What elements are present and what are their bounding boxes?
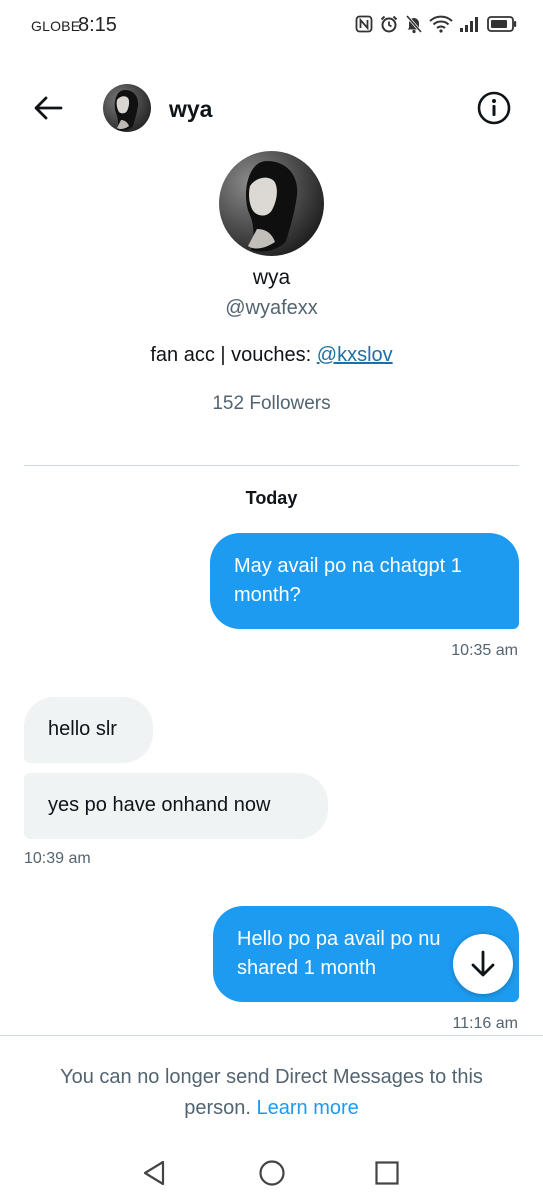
message-received[interactable]: hello slr [24, 697, 153, 763]
nfc-icon [355, 15, 373, 33]
profile-handle: @wyafexx [225, 297, 318, 319]
bio-text: fan acc | vouches: [150, 344, 317, 366]
learn-more-link[interactable]: Learn more [256, 1097, 358, 1119]
profile-name: wya [252, 266, 291, 289]
bio-mention-link[interactable]: @kxslov [317, 344, 393, 366]
status-time: 8:15 [78, 14, 117, 36]
avatar[interactable] [103, 84, 151, 132]
wifi-icon [429, 15, 453, 33]
divider [24, 465, 519, 466]
arrow-left-icon [34, 96, 63, 120]
mute-bell-icon [405, 14, 423, 34]
nav-back-button[interactable] [139, 1158, 169, 1188]
message-time: 10:35 am [451, 642, 518, 659]
followers-count[interactable]: 152 Followers [0, 393, 543, 415]
system-nav-bar [0, 1140, 543, 1200]
day-label: Today [245, 488, 298, 508]
header-name[interactable]: wya [169, 96, 212, 123]
nav-back-icon [143, 1160, 165, 1186]
nav-recents-icon [375, 1161, 399, 1185]
signal-icon [459, 15, 481, 33]
battery-icon [487, 15, 517, 33]
message-received[interactable]: yes po have onhand now [24, 773, 328, 839]
message-time: 11:16 am [452, 1015, 518, 1032]
nav-recents-button[interactable] [372, 1158, 402, 1188]
divider [0, 1035, 543, 1036]
profile-avatar[interactable] [219, 151, 324, 256]
message-sent[interactable]: May avail po na chatgpt 1 month? [210, 533, 519, 629]
profile-bio: fan acc | vouches: @kxslov [0, 344, 543, 367]
message-time: 10:39 am [24, 850, 91, 867]
carrier-label: GLOBE [31, 18, 81, 34]
info-button[interactable] [476, 90, 512, 126]
conversation-header: wya [0, 78, 543, 138]
info-icon [477, 91, 511, 125]
status-bar: GLOBE 8:15 [0, 0, 543, 54]
nav-home-button[interactable] [257, 1158, 287, 1188]
nav-home-icon [259, 1160, 285, 1186]
arrow-down-icon [471, 950, 495, 977]
dm-disabled-notice: You can no longer send Direct Messages t… [30, 1062, 513, 1124]
back-button[interactable] [28, 90, 68, 126]
alarm-icon [379, 14, 399, 34]
status-icons [355, 14, 517, 34]
scroll-to-bottom-button[interactable] [453, 934, 513, 994]
